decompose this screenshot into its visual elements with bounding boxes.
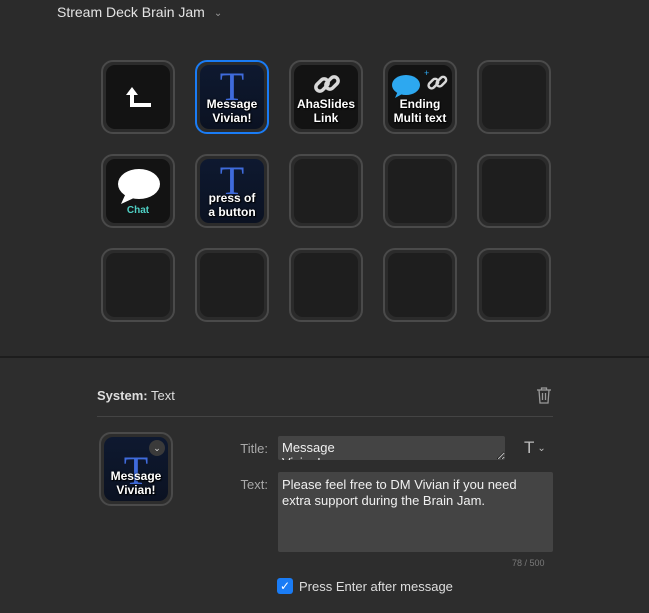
key-message-vivian[interactable]: T Message Vivian! [195, 60, 269, 134]
key-empty[interactable] [289, 154, 363, 228]
key-ending-multi-text[interactable]: + Ending Multi text [383, 60, 457, 134]
press-enter-option[interactable]: ✓ Press Enter after message [277, 578, 453, 594]
key-back-to-parent[interactable] [101, 60, 175, 134]
chevron-down-icon: ⌄ [213, 7, 223, 19]
chevron-down-icon: ⌄ [537, 442, 546, 454]
key-chat[interactable]: Chat [101, 154, 175, 228]
svg-text:+: + [424, 68, 429, 78]
key-empty[interactable] [477, 248, 551, 322]
chat-link-icon: + [392, 68, 448, 98]
title-input[interactable] [278, 436, 505, 460]
key-empty[interactable] [477, 154, 551, 228]
key-title: AhaSlides Link [296, 97, 356, 125]
profile-name: Stream Deck Brain Jam [57, 4, 205, 20]
key-empty[interactable] [383, 248, 457, 322]
action-heading: System: Text [97, 388, 175, 403]
font-icon: T [524, 438, 535, 457]
link-icon [314, 75, 340, 93]
key-preview[interactable]: T Message Vivian! ⌄ [99, 432, 173, 506]
title-font-button[interactable]: T ⌄ [524, 438, 546, 458]
key-ahaslides-link[interactable]: AhaSlides Link [289, 60, 363, 134]
key-empty[interactable] [101, 248, 175, 322]
key-empty[interactable] [195, 248, 269, 322]
key-title: press of a button [208, 191, 256, 219]
checkbox-label: Press Enter after message [299, 578, 453, 594]
back-arrow-icon [126, 87, 151, 107]
key-title: Chat [126, 205, 150, 216]
chevron-down-icon[interactable]: ⌄ [149, 440, 165, 456]
character-counter: 78 / 500 [512, 558, 545, 568]
key-grid: T Message Vivian! AhaSlides Link + Endin… [101, 60, 551, 322]
plugin-label: System: [97, 388, 148, 403]
inspector-separator [97, 416, 553, 417]
key-title: Ending Multi text [393, 97, 447, 125]
key-title: Message Vivian! [206, 97, 258, 125]
preview-title: Message Vivian! [110, 469, 162, 497]
press-enter-checkbox[interactable]: ✓ [277, 578, 293, 594]
title-label: Title: [240, 441, 268, 456]
key-press-of-a-button[interactable]: T press of a button [195, 154, 269, 228]
key-empty[interactable] [477, 60, 551, 134]
trash-icon[interactable] [536, 386, 552, 404]
profile-selector[interactable]: Stream Deck Brain Jam ⌄ [57, 4, 222, 20]
speech-bubble-icon [118, 169, 160, 204]
text-input[interactable] [278, 472, 553, 552]
text-label: Text: [240, 477, 268, 492]
key-empty[interactable] [289, 248, 363, 322]
key-empty[interactable] [383, 154, 457, 228]
action-label: Text [150, 388, 175, 403]
